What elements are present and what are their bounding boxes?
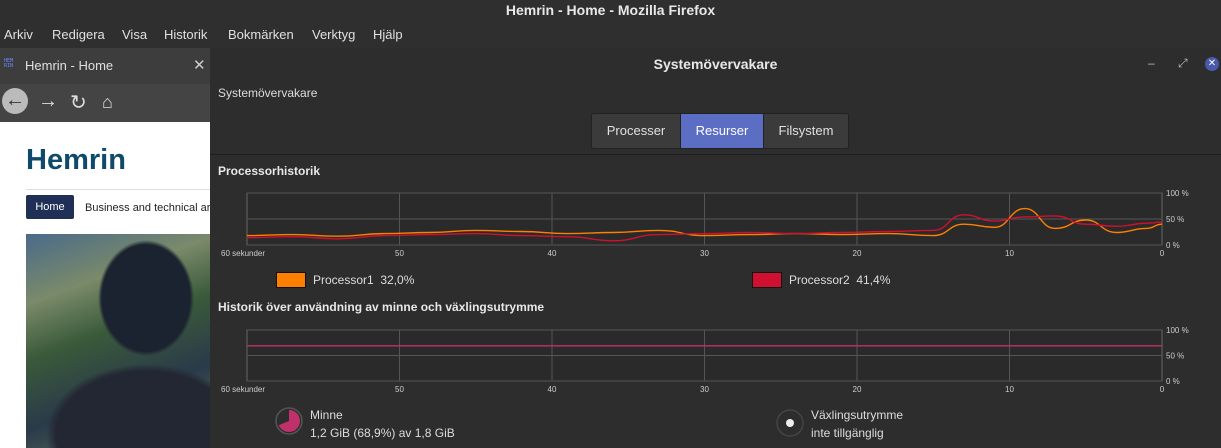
x-tick-label: 50 — [395, 385, 404, 394]
memory-history-graph: 60 sekunder 50 40 30 20 10 0 100 % 50 % 0 % — [221, 326, 1189, 394]
site-nav-business[interactable]: Business and technical ar — [85, 202, 210, 214]
menu-arkiv[interactable]: Arkiv — [4, 27, 33, 42]
x-tick-label: 40 — [548, 249, 557, 258]
x-tick-label: 40 — [548, 385, 557, 394]
menu-bokmarken[interactable]: Bokmärken — [228, 27, 294, 42]
firefox-tab[interactable]: HEM RIN Hemrin - Home ✕ — [0, 48, 212, 84]
menu-hjalp[interactable]: Hjälp — [373, 27, 403, 42]
tab-title: Hemrin - Home — [25, 58, 114, 73]
graphs-layer: 60 sekunder 50 40 30 20 10 0100 %50 %0 % 60 se… — [221, 189, 1189, 394]
x-tick-label: 60 sekunder — [221, 249, 265, 258]
x-tick-label: 60 sekunder — [221, 385, 265, 394]
x-tick-label: 30 — [700, 249, 709, 258]
x-tick-label: 10 — [1005, 249, 1014, 258]
cpu-history-graph: 60 sekunder 50 40 30 20 10 0 100 % 50 % 0 % — [221, 189, 1189, 258]
window-title: Hemrin - Home - Mozilla Firefox — [0, 0, 1221, 22]
x-tick-label: 0 — [1160, 385, 1165, 394]
x-tick-label: 0 — [1160, 249, 1165, 258]
x-tick-label: 50 — [395, 249, 404, 258]
firefox-nav-bar: → ↻ ⌂ — [0, 84, 212, 122]
home-icon[interactable]: ⌂ — [102, 92, 113, 113]
back-icon[interactable]: ← — [2, 88, 28, 114]
firefox-tab-bar: HEM RIN Hemrin - Home ✕ — [0, 48, 212, 84]
forward-icon[interactable]: → — [38, 90, 58, 113]
y-tick-label: 100 % — [1166, 326, 1189, 335]
site-photo — [26, 234, 212, 448]
x-tick-label: 20 — [853, 385, 862, 394]
y-tick-label: 100 % — [1166, 189, 1189, 198]
webpage-content: Hemrin Home Business and technical ar — [0, 122, 212, 448]
x-tick-label: 30 — [700, 385, 709, 394]
x-tick-label: 20 — [853, 249, 862, 258]
menu-bar: Arkiv Redigera Visa Historik Bokmärken V… — [0, 22, 1221, 48]
site-divider — [26, 189, 212, 190]
menu-verktyg[interactable]: Verktyg — [312, 27, 355, 42]
y-tick-label: 50 % — [1166, 215, 1184, 224]
y-tick-label: 0 % — [1166, 377, 1180, 386]
site-title[interactable]: Hemrin — [26, 144, 126, 177]
menu-historik[interactable]: Historik — [164, 27, 207, 42]
x-tick-label: 10 — [1005, 385, 1014, 394]
y-tick-label: 0 % — [1166, 241, 1180, 250]
site-favicon-icon: HEM RIN — [4, 58, 14, 69]
tab-close-icon[interactable]: ✕ — [193, 56, 206, 74]
menu-visa[interactable]: Visa — [122, 27, 147, 42]
site-nav-home[interactable]: Home — [26, 195, 74, 219]
y-tick-label: 50 % — [1166, 352, 1184, 361]
menu-redigera[interactable]: Redigera — [52, 27, 105, 42]
reload-icon[interactable]: ↻ — [70, 90, 87, 115]
